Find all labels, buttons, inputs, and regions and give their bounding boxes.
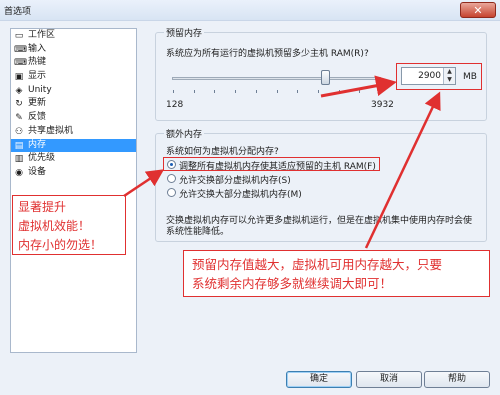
arrow-to-spin [364,91,441,249]
arrow-to-option [123,169,165,198]
arrow-to-value-box [320,75,397,98]
annotation-arrows [123,75,441,249]
